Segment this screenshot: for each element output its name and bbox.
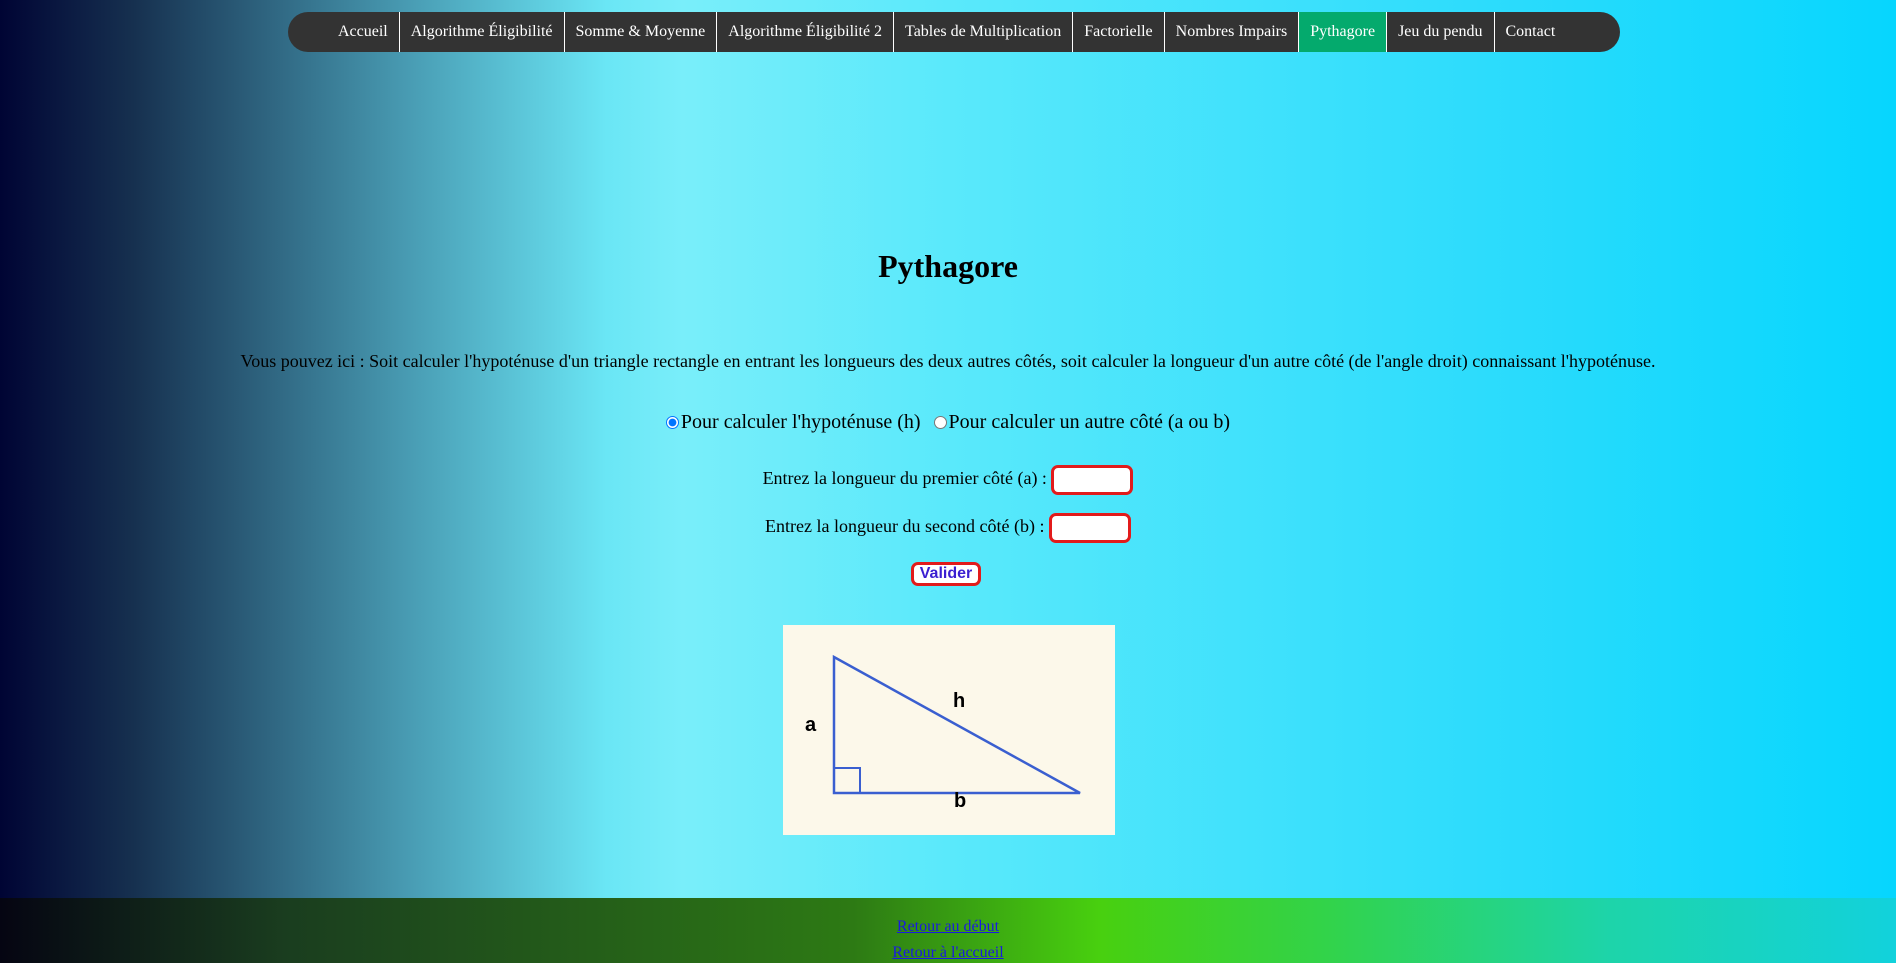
side-a-row: Entrez la longueur du premier côté (a) : <box>0 465 1896 495</box>
validate-button[interactable]: Valider <box>911 562 981 586</box>
nav-item-tables-multiplication[interactable]: Tables de Multiplication <box>894 12 1074 52</box>
side-b-input[interactable] <box>1048 513 1131 543</box>
nav-item-nombres-impairs[interactable]: Nombres Impairs <box>1165 12 1300 52</box>
side-b-row: Entrez la longueur du second côté (b) : <box>0 513 1896 543</box>
label-h: h <box>953 690 965 712</box>
nav-item-factorielle[interactable]: Factorielle <box>1073 12 1165 52</box>
triangle-figure: a b h <box>783 625 1115 835</box>
right-angle-marker <box>833 767 861 794</box>
radio-other-side[interactable] <box>933 415 947 429</box>
triangle-outline <box>832 654 1081 795</box>
nav-item-algorithme-eligibilite-2[interactable]: Algorithme Éligibilité 2 <box>717 12 895 52</box>
side-a-label: Entrez la longueur du premier côté (a) : <box>762 468 1047 489</box>
nav-item-jeu-du-pendu[interactable]: Jeu du pendu <box>1387 12 1495 52</box>
right-triangle-diagram: a b h <box>805 654 1081 812</box>
radio-other-side-label[interactable]: Pour calculer un autre côté (a ou b) <box>949 411 1231 433</box>
nav-item-algorithme-eligibilite[interactable]: Algorithme Éligibilité <box>400 12 565 52</box>
radio-hypotenuse-label[interactable]: Pour calculer l'hypoténuse (h) <box>681 411 921 433</box>
nav-item-contact[interactable]: Contact <box>1495 12 1567 52</box>
intro-text: Vous pouvez ici : Soit calculer l'hypoté… <box>240 351 1656 371</box>
nav-item-accueil[interactable]: Accueil <box>327 12 400 52</box>
nav-item-pythagore[interactable]: Pythagore <box>1299 12 1388 52</box>
label-b: b <box>954 790 966 812</box>
nav-item-somme-moyenne[interactable]: Somme & Moyenne <box>565 12 718 52</box>
side-b-label: Entrez la longueur du second côté (b) : <box>765 516 1045 537</box>
side-a-input[interactable] <box>1051 465 1134 495</box>
main-navigation: Accueil Algorithme Éligibilité Somme & M… <box>288 12 1620 52</box>
footer: Retour au début Retour à l'accueil <box>0 898 1896 963</box>
back-to-top-link[interactable]: Retour au début <box>0 918 1896 936</box>
page-title: Pythagore <box>878 248 1018 284</box>
mode-selector: Pour calculer l'hypoténuse (h) Pour calc… <box>0 410 1896 434</box>
label-a: a <box>805 714 817 736</box>
back-to-home-link[interactable]: Retour à l'accueil <box>0 944 1896 962</box>
radio-hypotenuse[interactable] <box>665 415 679 429</box>
